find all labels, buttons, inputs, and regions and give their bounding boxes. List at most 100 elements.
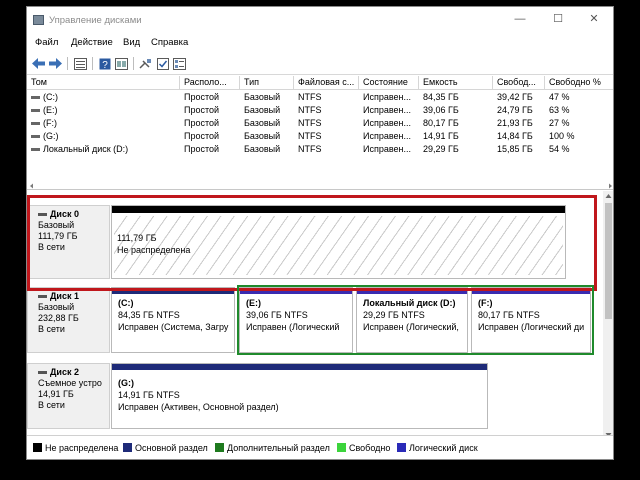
- menu-bar: Файл Действие Вид Справка: [27, 34, 613, 52]
- disk-0-type: Базовый: [38, 220, 75, 230]
- svg-text:?: ?: [102, 60, 108, 70]
- disk-0-size: 111,79 ГБ: [38, 231, 78, 241]
- cell-capacity: 84,35 ГБ: [423, 92, 459, 102]
- disk-2-type: Съемное устро: [38, 378, 102, 388]
- disk-graphical-view: Диск 0 Базовый 111,79 ГБ В сети 111,79 Г…: [27, 191, 613, 441]
- partition-e-text: (E:) 39,06 ГБ NTFS Исправен (Логический: [246, 297, 350, 333]
- partition-d-status: Исправен (Логический,: [363, 322, 459, 332]
- cell-free: 15,85 ГБ: [497, 144, 533, 154]
- table-row[interactable]: (E:) Простой Базовый NTFS Исправен... 39,06 Г…: [27, 104, 613, 117]
- cell-volume: (F:): [27, 117, 180, 130]
- toolbar-separator: [92, 57, 93, 70]
- legend-swatch: [123, 443, 132, 452]
- connect-icon[interactable]: [138, 56, 153, 71]
- column-header-layout[interactable]: Располо...: [180, 76, 240, 90]
- partition-d-text: Локальный диск (D:) 29,29 ГБ NTFS Исправ…: [363, 297, 465, 333]
- partition-d[interactable]: Локальный диск (D:) 29,29 ГБ NTFS Исправ…: [356, 287, 468, 353]
- volume-drive-icon: [31, 135, 40, 139]
- table-row[interactable]: (C:) Простой Базовый NTFS Исправен... 84,35 Г…: [27, 91, 613, 104]
- cell-free-percent: 27 %: [549, 118, 570, 128]
- column-header-volume[interactable]: Том: [27, 76, 180, 90]
- cell-status: Исправен...: [363, 144, 412, 154]
- cell-capacity: 29,29 ГБ: [423, 144, 459, 154]
- partition-c-size: 84,35 ГБ NTFS: [118, 310, 180, 320]
- partition-f-status: Исправен (Логический ди: [478, 322, 585, 332]
- toolbar-separator: [133, 57, 134, 70]
- window-title: Управление дисками: [49, 15, 142, 26]
- properties-icon[interactable]: [114, 56, 129, 71]
- disk-0-label[interactable]: Диск 0 Базовый 111,79 ГБ В сети: [27, 205, 110, 279]
- disk-1-type: Базовый: [38, 302, 75, 312]
- legend-swatch: [397, 443, 406, 452]
- column-header-free[interactable]: Свобод...: [493, 76, 545, 90]
- column-header-type[interactable]: Тип: [240, 76, 294, 90]
- cell-type: Базовый: [244, 144, 281, 154]
- cell-volume: Локальный диск (D:): [27, 143, 180, 156]
- menu-action[interactable]: Действие: [71, 37, 113, 48]
- cell-free-percent: 47 %: [549, 92, 570, 102]
- partition-f[interactable]: (F:) 80,17 ГБ NTFS Исправен (Логический …: [471, 287, 591, 353]
- column-header-filesystem[interactable]: Файловая с...: [294, 76, 359, 90]
- toolbar-separator: [67, 57, 68, 70]
- legend-primary: Основной раздел: [123, 442, 208, 454]
- partition-f-name: (F:): [478, 298, 493, 308]
- forward-arrow-icon[interactable]: [48, 56, 63, 71]
- details-icon[interactable]: [172, 56, 187, 71]
- cell-status: Исправен...: [363, 92, 412, 102]
- partition-c-text: (C:) 84,35 ГБ NTFS Исправен (Система, За…: [118, 297, 232, 333]
- cell-layout: Простой: [184, 92, 220, 102]
- table-row[interactable]: Локальный диск (D:) Простой Базовый NTFS Исп…: [27, 143, 613, 156]
- disk-1-row: Диск 1 Базовый 232,88 ГБ В сети (C:) 84,…: [27, 287, 602, 353]
- volume-drive-icon: [31, 109, 40, 113]
- disk-icon: [38, 371, 47, 375]
- column-header-capacity[interactable]: Емкость: [419, 76, 493, 90]
- close-button[interactable]: ✕: [587, 12, 601, 26]
- help-icon[interactable]: ?: [97, 56, 112, 71]
- menu-help[interactable]: Справка: [151, 37, 188, 48]
- partition-e[interactable]: (E:) 39,06 ГБ NTFS Исправен (Логический: [239, 287, 353, 353]
- list-view-icon[interactable]: [73, 56, 88, 71]
- maximize-button[interactable]: ☐: [551, 12, 565, 26]
- cell-layout: Простой: [184, 118, 220, 128]
- back-arrow-icon[interactable]: [31, 56, 46, 71]
- cell-free-percent: 63 %: [549, 105, 570, 115]
- partition-f-text: (F:) 80,17 ГБ NTFS Исправен (Логический …: [478, 297, 588, 333]
- disk-2-size: 14,91 ГБ: [38, 389, 74, 399]
- disk-1-status: В сети: [38, 324, 65, 334]
- cell-type: Базовый: [244, 92, 281, 102]
- checklist-icon[interactable]: [155, 56, 170, 71]
- vertical-scrollbar[interactable]: [603, 191, 613, 441]
- cell-capacity: 39,06 ГБ: [423, 105, 459, 115]
- column-header-free-percent[interactable]: Свободно %: [545, 76, 613, 90]
- minimize-button[interactable]: —: [513, 12, 527, 26]
- column-header-status[interactable]: Состояние: [359, 76, 419, 90]
- partition-c[interactable]: (C:) 84,35 ГБ NTFS Исправен (Система, За…: [111, 287, 235, 353]
- menu-file[interactable]: Файл: [35, 37, 58, 48]
- partition-g-size: 14,91 ГБ NTFS: [118, 390, 180, 400]
- partition-e-size: 39,06 ГБ NTFS: [246, 310, 308, 320]
- partition-unallocated-text: 111,79 ГБ Не распределена: [117, 232, 563, 256]
- cell-type: Базовый: [244, 105, 281, 115]
- partition-f-bar: [472, 288, 590, 294]
- cell-filesystem: NTFS: [298, 144, 322, 154]
- cell-capacity: 80,17 ГБ: [423, 118, 459, 128]
- menu-view[interactable]: Вид: [123, 37, 140, 48]
- disk-2-label[interactable]: Диск 2 Съемное устро 14,91 ГБ В сети: [27, 363, 110, 429]
- partition-g[interactable]: (G:) 14,91 ГБ NTFS Исправен (Активен, Ос…: [111, 363, 488, 429]
- table-row[interactable]: (G:) Простой Базовый NTFS Исправен... 14,91 Г…: [27, 130, 613, 143]
- disk-management-window: Управление дисками — ☐ ✕ Файл Действие В…: [26, 6, 614, 460]
- legend-swatch: [337, 443, 346, 452]
- disk-1-label[interactable]: Диск 1 Базовый 232,88 ГБ В сети: [27, 287, 110, 353]
- disk-0-status: В сети: [38, 242, 65, 252]
- legend-swatch: [215, 443, 224, 452]
- cell-filesystem: NTFS: [298, 131, 322, 141]
- partition-c-status: Исправен (Система, Загру: [118, 322, 229, 332]
- horizontal-scrollbar[interactable]: [27, 182, 613, 190]
- cell-free-percent: 54 %: [549, 144, 570, 154]
- partition-d-name: Локальный диск (D:): [363, 298, 456, 308]
- cell-status: Исправен...: [363, 118, 412, 128]
- partition-unallocated-size: 111,79 ГБ: [117, 233, 157, 243]
- partition-unallocated[interactable]: 111,79 ГБ Не распределена: [111, 205, 566, 279]
- volume-list-header: Том Располо... Тип Файловая с... Состоян…: [27, 76, 613, 90]
- table-row[interactable]: (F:) Простой Базовый NTFS Исправен... 80,17 Г…: [27, 117, 613, 130]
